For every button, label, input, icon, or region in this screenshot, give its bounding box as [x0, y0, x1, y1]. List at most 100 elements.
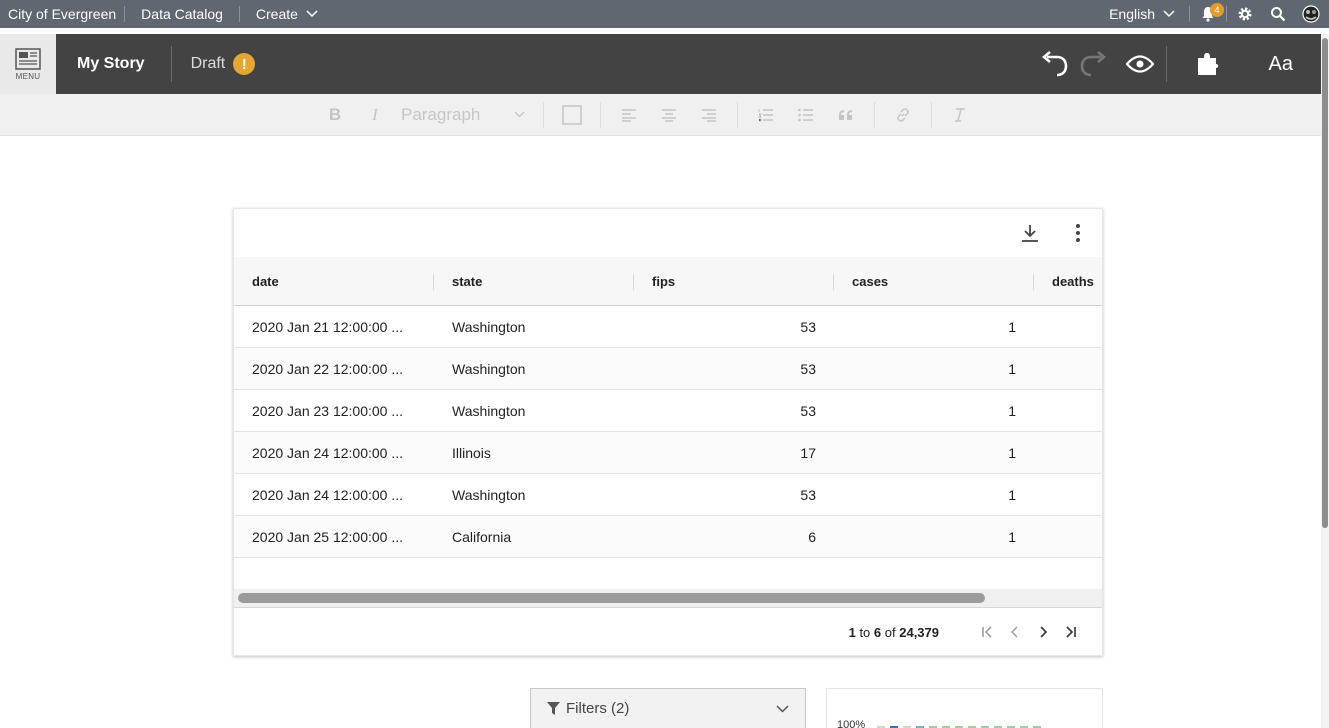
italic-button[interactable]: I — [355, 94, 395, 136]
nav-create-label: Create — [255, 6, 298, 22]
redo-button[interactable] — [1074, 34, 1114, 94]
filters-dropdown[interactable]: Filters (2) — [530, 688, 806, 728]
chart-widget: 100% — [826, 688, 1103, 728]
chevron-left-icon — [1010, 626, 1018, 638]
table-widget: date state fips cases deaths 2020 Jan 21… — [233, 208, 1103, 656]
nav-data-catalog-label: Data Catalog — [141, 6, 223, 22]
table-row[interactable]: 2020 Jan 24 12:00:00 ... Washington 53 1 — [234, 474, 1102, 516]
table-body: 2020 Jan 21 12:00:00 ... Washington 53 1 202… — [234, 306, 1102, 558]
cell-state: Washington — [452, 403, 526, 419]
table-row[interactable]: 2020 Jan 23 12:00:00 ... Washington 53 1 — [234, 390, 1102, 432]
align-left-button[interactable] — [609, 94, 649, 136]
cell-fips: 53 — [800, 361, 816, 377]
column-header-state[interactable]: state — [434, 257, 634, 306]
chevron-down-icon — [514, 111, 525, 118]
chart-axis-label: 100% — [837, 719, 866, 728]
notification-badge: 4 — [1210, 3, 1224, 17]
nav-data-catalog[interactable]: Data Catalog — [125, 6, 239, 22]
block-color-button[interactable] — [552, 94, 592, 136]
blockquote-button[interactable] — [826, 94, 866, 136]
notifications-button[interactable]: 4 — [1190, 0, 1226, 28]
warning-icon[interactable]: ! — [233, 53, 256, 75]
column-header-label: state — [452, 274, 483, 289]
avatar-icon — [1302, 5, 1320, 23]
settings-button[interactable] — [1227, 0, 1263, 28]
chevron-down-icon — [1163, 10, 1175, 18]
font-settings-button[interactable]: Aa — [1249, 53, 1321, 76]
menu-button[interactable]: MENU — [0, 34, 56, 94]
download-icon — [1022, 225, 1038, 242]
table-scrollbar-thumb[interactable] — [238, 593, 985, 603]
row-range-to: to — [859, 624, 871, 640]
row-count-summary: 1 to 6 of 24,379 — [849, 625, 939, 640]
user-avatar-button[interactable] — [1293, 0, 1329, 28]
page-scrollbar[interactable] — [1321, 34, 1329, 728]
site-name-link[interactable]: City of Evergreen — [0, 6, 124, 22]
story-title: My Story — [77, 55, 145, 72]
language-label: English — [1109, 6, 1155, 22]
clear-formatting-button[interactable] — [940, 94, 980, 136]
table-row[interactable]: 2020 Jan 21 12:00:00 ... Washington 53 1 — [234, 306, 1102, 348]
cell-date: 2020 Jan 21 12:00:00 ... — [252, 319, 404, 335]
align-right-button[interactable] — [689, 94, 729, 136]
ordered-list-icon — [758, 108, 773, 121]
next-page-button[interactable] — [1029, 618, 1057, 646]
cell-fips: 6 — [808, 529, 816, 545]
undo-button[interactable] — [1034, 34, 1074, 94]
language-select[interactable]: English — [1095, 6, 1189, 22]
cell-state: Washington — [452, 487, 526, 503]
cell-cases: 1 — [1008, 445, 1016, 461]
column-header-label: deaths — [1052, 274, 1094, 289]
draft-label: Draft — [190, 55, 226, 72]
cell-date: 2020 Jan 24 12:00:00 ... — [252, 445, 404, 461]
search-button[interactable] — [1263, 0, 1293, 28]
chevron-down-icon — [776, 704, 789, 713]
chevron-right-icon — [1040, 626, 1048, 638]
cell-fips: 17 — [800, 445, 816, 461]
table-pager: 1 to 6 of 24,379 — [234, 607, 1102, 655]
draft-status: Draft ! — [172, 53, 256, 75]
filter-icon — [547, 701, 560, 715]
align-left-icon — [622, 108, 636, 122]
preview-button[interactable] — [1114, 34, 1166, 94]
paragraph-select[interactable]: Paragraph — [395, 105, 535, 125]
add-block-button[interactable] — [1167, 34, 1249, 94]
clear-format-icon — [955, 107, 965, 122]
column-header-fips[interactable]: fips — [634, 257, 834, 306]
table-header: date state fips cases deaths — [234, 257, 1102, 306]
menu-icon — [15, 47, 41, 70]
table-horizontal-scrollbar[interactable] — [234, 589, 1102, 607]
undo-icon — [1041, 51, 1067, 77]
column-header-cases[interactable]: cases — [834, 257, 1034, 306]
link-button[interactable] — [883, 94, 923, 136]
cell-date: 2020 Jan 22 12:00:00 ... — [252, 361, 404, 377]
gear-icon — [1238, 7, 1252, 21]
table-row[interactable]: 2020 Jan 24 12:00:00 ... Illinois 17 1 — [234, 432, 1102, 474]
cell-cases: 1 — [1008, 361, 1016, 377]
cell-fips: 53 — [800, 487, 816, 503]
search-icon — [1271, 7, 1286, 22]
bold-button[interactable]: B — [315, 94, 355, 136]
eye-icon — [1125, 55, 1154, 73]
color-swatch-icon — [562, 104, 582, 125]
more-options-button[interactable] — [1054, 209, 1102, 257]
last-page-button[interactable] — [1057, 618, 1085, 646]
align-center-button[interactable] — [649, 94, 689, 136]
page-scrollbar-thumb[interactable] — [1322, 38, 1328, 528]
table-row[interactable]: 2020 Jan 22 12:00:00 ... Washington 53 1 — [234, 348, 1102, 390]
redo-icon — [1080, 51, 1106, 77]
first-page-button[interactable] — [973, 618, 1001, 646]
cell-cases: 1 — [1008, 403, 1016, 419]
ordered-list-button[interactable] — [746, 94, 786, 136]
table-row[interactable]: 2020 Jan 25 12:00:00 ... California 6 1 — [234, 516, 1102, 558]
previous-page-button[interactable] — [1001, 618, 1029, 646]
cell-fips: 53 — [800, 403, 816, 419]
cell-cases: 1 — [1008, 529, 1016, 545]
nav-create[interactable]: Create — [240, 6, 334, 22]
column-header-date[interactable]: date — [234, 257, 434, 306]
column-header-label: cases — [852, 274, 889, 289]
bullet-list-button[interactable] — [786, 94, 826, 136]
download-button[interactable] — [1006, 209, 1054, 257]
bullet-list-icon — [798, 108, 813, 121]
column-header-deaths[interactable]: deaths — [1034, 257, 1102, 306]
